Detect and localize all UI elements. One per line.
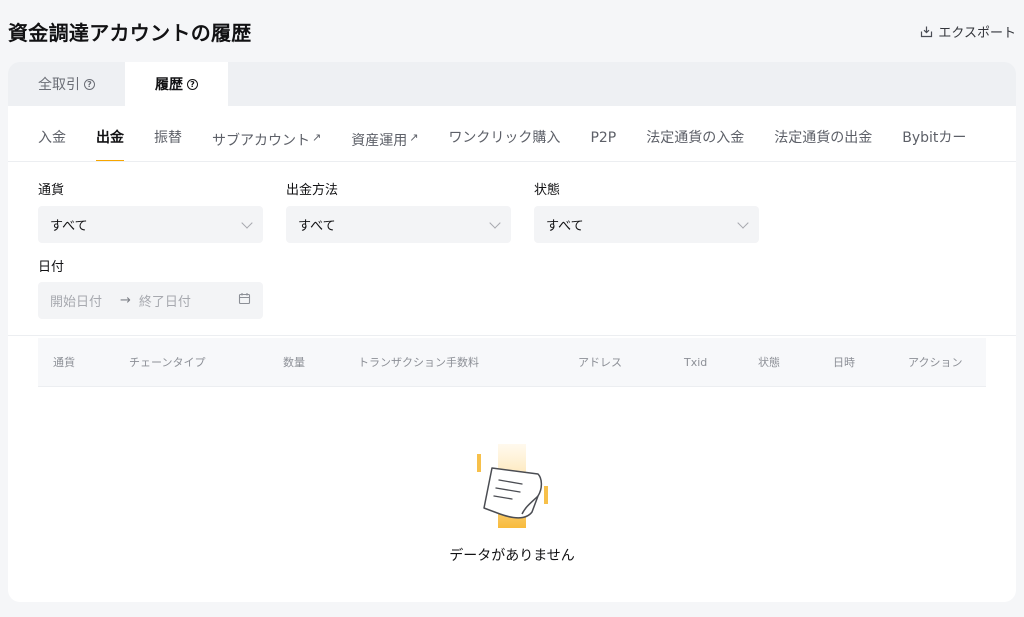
page-title: 資金調達アカウントの履歴 [8, 20, 252, 45]
subtab-bybit-card[interactable]: Bybitカー [902, 106, 966, 161]
column-header-status: 状態 [758, 356, 780, 369]
subtab-withdrawal[interactable]: 出金 [96, 106, 124, 161]
arrow-right-icon: → [120, 293, 131, 308]
tab-all-transactions[interactable]: 全取引 ? [8, 62, 125, 106]
empty-document-icon [470, 440, 556, 532]
page-header: 資金調達アカウントの履歴 エクスポート [0, 0, 1024, 62]
method-select[interactable]: すべて [286, 206, 511, 243]
method-select-value: すべて [298, 219, 336, 234]
external-link-icon: ↗ [312, 130, 322, 144]
method-filter-label: 出金方法 [286, 183, 339, 198]
subtab-p2p[interactable]: P2P [590, 106, 616, 161]
calendar-icon[interactable] [238, 292, 251, 309]
chevron-down-icon [489, 216, 501, 229]
column-header-chain-type: チェーンタイプ [129, 356, 206, 369]
help-icon[interactable]: ? [84, 78, 95, 90]
column-header-address: アドレス [578, 356, 622, 369]
start-date-input[interactable]: 開始日付 [50, 291, 102, 310]
chevron-down-icon [241, 216, 253, 229]
subtab-fiat-withdrawal[interactable]: 法定通貨の出金 [774, 106, 872, 161]
currency-filter-label: 通貨 [38, 183, 65, 198]
status-filter-label: 状態 [534, 183, 561, 198]
column-header-txid: Txid [684, 356, 708, 369]
funding-history-page: 資金調達アカウントの履歴 エクスポート 全取引 ? 履歴 ? 入金 出金 振替 … [0, 0, 1024, 617]
subtab-deposit[interactable]: 入金 [38, 106, 66, 161]
date-range-picker[interactable]: 開始日付 → 終了日付 [38, 282, 263, 319]
top-tabs: 全取引 ? 履歴 ? [8, 62, 1016, 106]
table-header: 通貨 チェーンタイプ 数量 トランザクション手数料 アドレス Txid 状態 日… [38, 338, 986, 387]
column-header-currency: 通貨 [53, 356, 75, 369]
status-select[interactable]: すべて [534, 206, 759, 243]
tab-all-transactions-label: 全取引 [38, 77, 80, 93]
currency-select[interactable]: すべて [38, 206, 263, 243]
column-header-amount: 数量 [283, 356, 305, 369]
chevron-down-icon [737, 216, 749, 229]
divider [8, 335, 1016, 336]
empty-state-text: データがありません [449, 548, 575, 564]
column-header-fee: トランザクション手数料 [358, 356, 479, 369]
date-filter-label: 日付 [38, 260, 65, 275]
subtab-transfer[interactable]: 振替 [154, 106, 182, 161]
status-select-value: すべて [546, 219, 584, 234]
tab-history-label: 履歴 [155, 77, 183, 93]
tab-history[interactable]: 履歴 ? [125, 62, 228, 106]
sub-tabs: 入金 出金 振替 サブアカウント ↗ 資産運用 ↗ ワンクリック購入 P2P 法定通… [8, 106, 1016, 162]
subtab-asset-management[interactable]: 資産運用 ↗ [351, 106, 419, 161]
download-icon [920, 25, 933, 38]
column-header-action: アクション [908, 356, 963, 369]
help-icon[interactable]: ? [187, 78, 198, 90]
subtab-one-click-buy[interactable]: ワンクリック購入 [448, 106, 560, 161]
subtab-fiat-deposit[interactable]: 法定通貨の入金 [646, 106, 744, 161]
end-date-input[interactable]: 終了日付 [139, 291, 191, 310]
external-link-icon: ↗ [409, 130, 419, 144]
history-card: 入金 出金 振替 サブアカウント ↗ 資産運用 ↗ ワンクリック購入 P2P 法定通… [8, 106, 1016, 602]
column-header-datetime: 日時 [833, 356, 855, 369]
currency-select-value: すべて [50, 219, 88, 234]
export-label: エクスポート [938, 25, 1016, 41]
export-button[interactable]: エクスポート [920, 22, 1016, 41]
subtab-subaccount[interactable]: サブアカウント ↗ [212, 106, 322, 161]
subtab-asset-management-label: 資産運用 [351, 132, 408, 149]
subtab-subaccount-label: サブアカウント [212, 132, 310, 149]
